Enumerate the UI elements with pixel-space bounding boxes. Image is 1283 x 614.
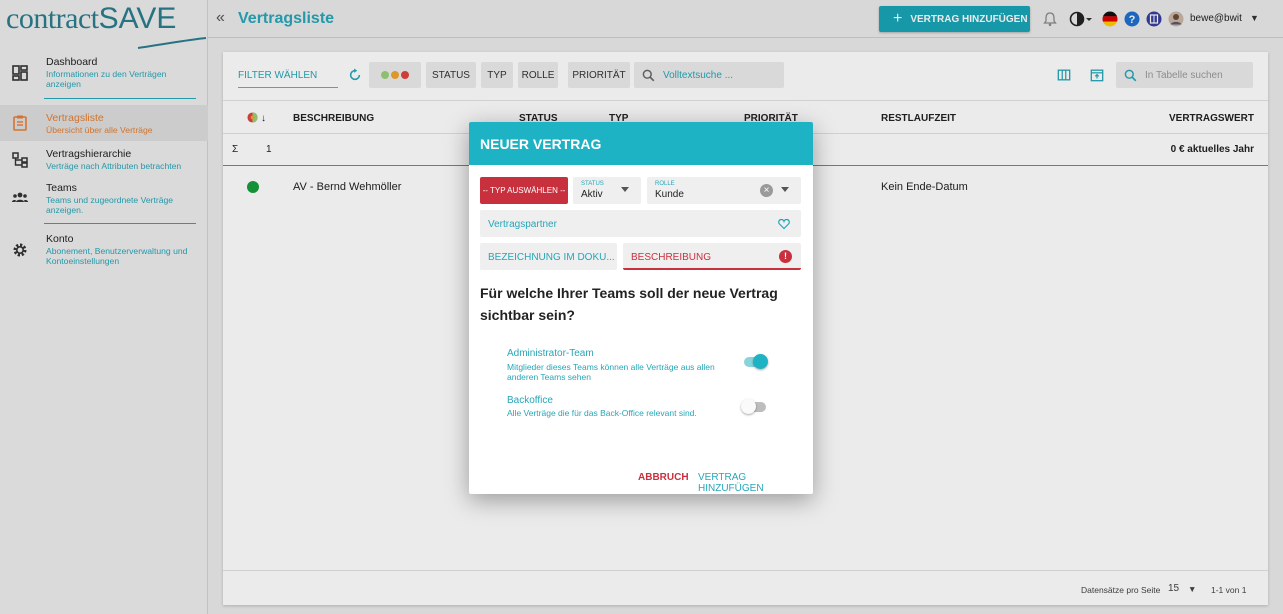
status-select[interactable]: STATUS Aktiv bbox=[573, 177, 641, 204]
role-select[interactable]: ROLLE Kunde × bbox=[647, 177, 801, 204]
document-title-placeholder: BEZEICHNUNG IM DOKU... bbox=[488, 252, 615, 263]
chevron-down-icon bbox=[621, 187, 629, 192]
submit-contract-button[interactable]: VERTRAG HINZUFÜGEN bbox=[698, 472, 813, 494]
clear-icon[interactable]: × bbox=[760, 184, 773, 197]
role-select-label: ROLLE bbox=[655, 181, 675, 187]
cancel-button[interactable]: ABBRUCH bbox=[638, 472, 689, 483]
description-input[interactable]: BESCHREIBUNG ! bbox=[623, 243, 801, 270]
description-placeholder: BESCHREIBUNG bbox=[631, 252, 712, 263]
error-icon: ! bbox=[779, 250, 792, 263]
type-select-button[interactable]: -- TYP AUSWÄHLEN -- bbox=[480, 177, 568, 204]
role-select-value: Kunde bbox=[655, 189, 684, 200]
team-description: Mitglieder dieses Teams können alle Vert… bbox=[507, 362, 715, 382]
chevron-down-icon bbox=[781, 187, 789, 192]
contract-partner-placeholder: Vertragspartner bbox=[488, 219, 557, 230]
team-toggle-administrator[interactable] bbox=[744, 354, 768, 369]
contract-partner-input[interactable]: Vertragspartner bbox=[480, 210, 801, 237]
toggle-knob bbox=[753, 354, 768, 369]
team-name: Backoffice bbox=[507, 395, 553, 406]
team-name: Administrator-Team bbox=[507, 348, 594, 359]
dialog-title: NEUER VERTRAG bbox=[469, 122, 813, 165]
team-description: Alle Verträge die für das Back-Office re… bbox=[507, 408, 697, 418]
new-contract-dialog: NEUER VERTRAG -- TYP AUSWÄHLEN -- STATUS… bbox=[469, 122, 813, 494]
status-select-label: STATUS bbox=[581, 181, 604, 187]
toggle-knob bbox=[741, 399, 756, 414]
status-select-value: Aktiv bbox=[581, 189, 603, 200]
team-toggle-backoffice[interactable] bbox=[741, 399, 766, 414]
team-visibility-question: Für welche Ihrer Teams soll der neue Ver… bbox=[480, 285, 778, 323]
heart-icon[interactable] bbox=[778, 218, 790, 230]
document-title-input[interactable]: BEZEICHNUNG IM DOKU... bbox=[480, 243, 617, 270]
